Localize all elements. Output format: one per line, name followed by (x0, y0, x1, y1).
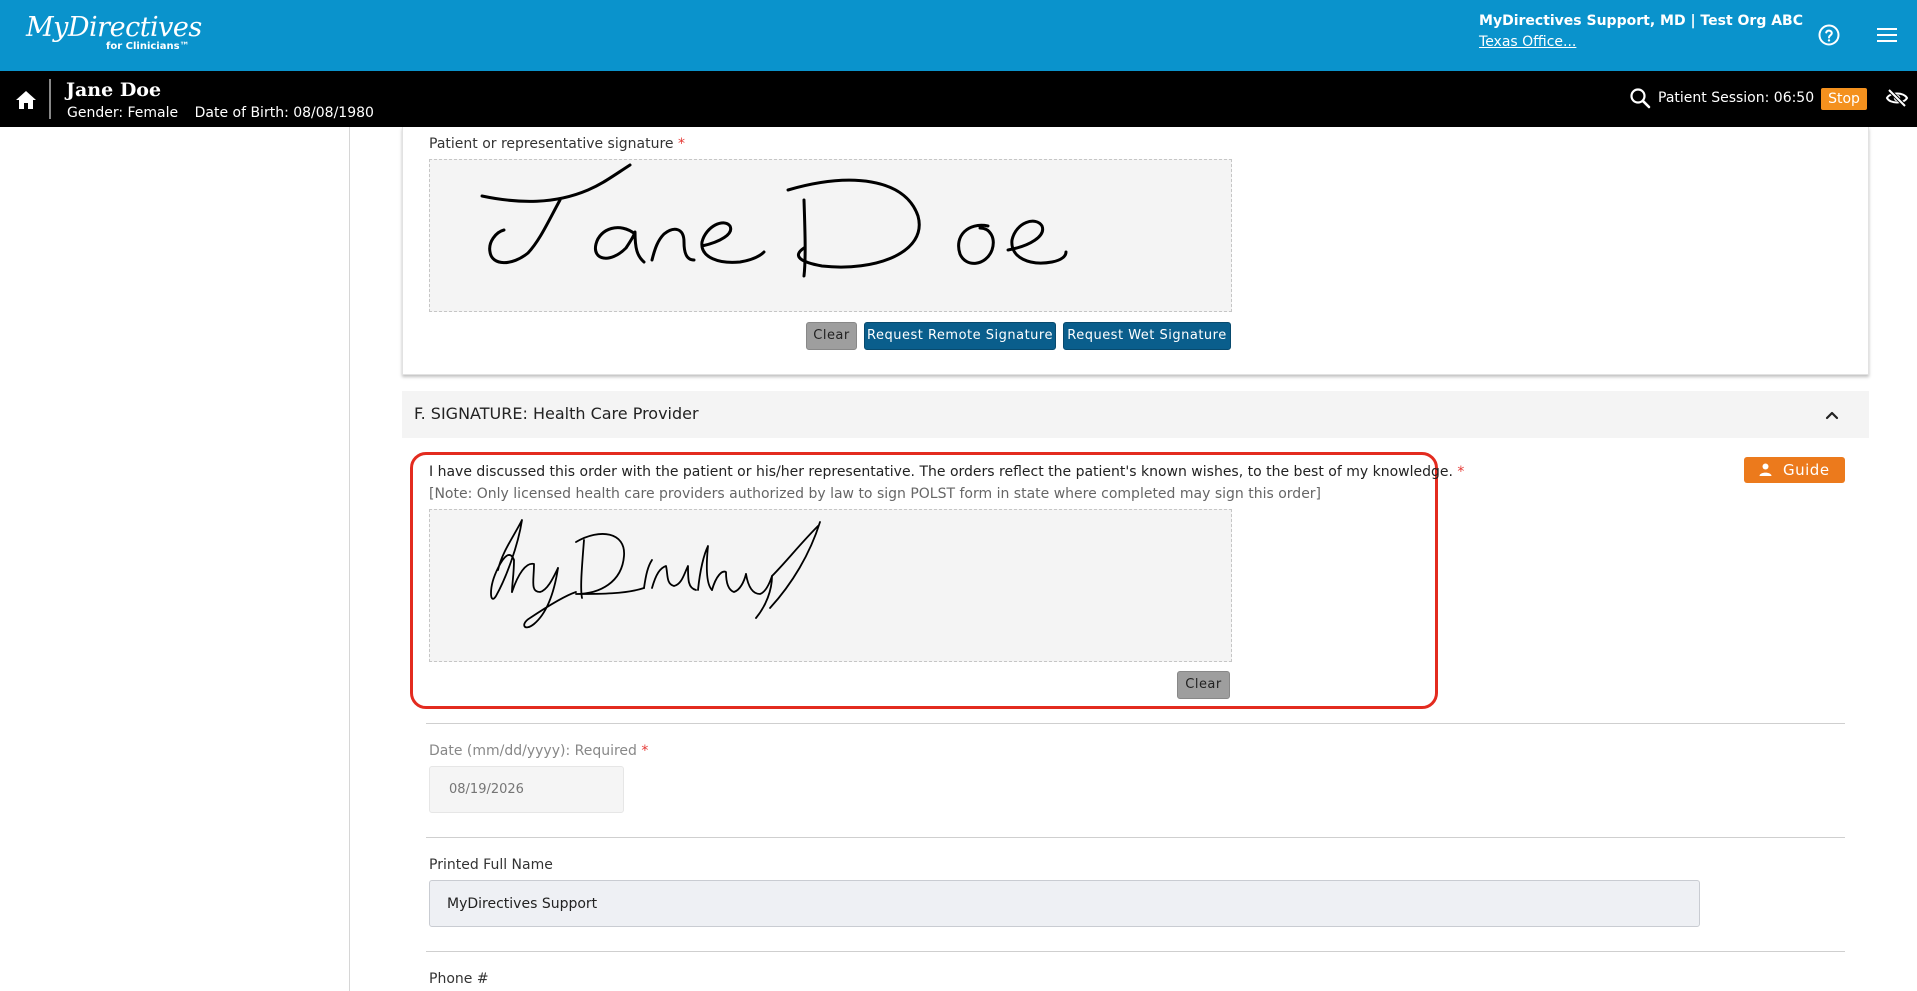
divider (426, 837, 1845, 838)
user-name: MyDirectives Support, MD | Test Org ABC (1479, 13, 1803, 29)
patient-demographics: Gender: Female Date of Birth: 08/08/1980 (67, 105, 374, 121)
search-icon[interactable] (1629, 87, 1651, 109)
logo-subtitle: for Clinicians™ (106, 41, 190, 52)
patient-dob: Date of Birth: 08/08/1980 (194, 105, 374, 121)
provider-attestation-text: I have discussed this order with the pat… (429, 464, 1453, 480)
request-wet-signature-button[interactable]: Request Wet Signature (1063, 322, 1231, 350)
chevron-up-icon[interactable] (1822, 405, 1842, 425)
person-icon (1759, 463, 1772, 476)
date-field[interactable] (429, 766, 624, 813)
menu-icon[interactable] (1876, 24, 1898, 46)
office-link[interactable]: Texas Office... (1479, 34, 1576, 50)
app-logo[interactable]: MyDirectives for Clinicians™ (26, 12, 202, 53)
guide-label: Guide (1783, 461, 1830, 479)
clear-patient-signature-button[interactable]: Clear (806, 322, 857, 350)
printed-name-label: Printed Full Name (429, 857, 553, 873)
required-asterisk: * (677, 136, 685, 152)
date-label-text: Date (mm/dd/yyyy): Required (429, 743, 637, 759)
top-app-bar: MyDirectives for Clinicians™ MyDirective… (0, 0, 1917, 71)
patient-gender: Gender: Female (67, 105, 179, 121)
divider (49, 79, 51, 119)
stop-session-button[interactable]: Stop (1821, 88, 1867, 110)
required-asterisk: * (1457, 464, 1465, 480)
patient-signature-label-text: Patient or representative signature (429, 136, 674, 152)
help-icon[interactable] (1817, 23, 1841, 47)
printed-name-field[interactable] (429, 880, 1700, 927)
provider-attestation: I have discussed this order with the pat… (429, 464, 1464, 480)
patient-bar: Jane Doe Gender: Female Date of Birth: 0… (0, 71, 1917, 127)
patient-session-timer: Patient Session: 06:50 (1658, 90, 1815, 106)
provider-signature-pad[interactable] (429, 509, 1232, 662)
patient-signature-label: Patient or representative signature * (429, 136, 685, 152)
left-sidebar (0, 127, 350, 991)
hide-eye-icon[interactable] (1885, 87, 1909, 109)
required-asterisk: * (641, 743, 649, 759)
phone-label: Phone # (429, 971, 489, 987)
request-remote-signature-button[interactable]: Request Remote Signature (864, 322, 1056, 350)
provider-signature-stroke (490, 519, 821, 629)
patient-signature-pad[interactable] (429, 159, 1232, 312)
divider (426, 723, 1845, 724)
clear-provider-signature-button[interactable]: Clear (1177, 671, 1230, 699)
logo-wordmark: MyDirectives (26, 12, 202, 43)
section-f-title: F. SIGNATURE: Health Care Provider (414, 404, 699, 423)
patient-name: Jane Doe (66, 79, 162, 101)
user-info: MyDirectives Support, MD | Test Org ABC … (1479, 13, 1803, 50)
home-icon[interactable] (14, 88, 38, 112)
divider (426, 951, 1845, 952)
provider-signature-note: [Note: Only licensed health care provide… (429, 486, 1322, 502)
date-label: Date (mm/dd/yyyy): Required * (429, 743, 648, 759)
patient-signature-stroke (480, 163, 1068, 278)
section-f-header[interactable]: F. SIGNATURE: Health Care Provider (402, 391, 1869, 438)
guide-button[interactable]: Guide (1744, 457, 1845, 483)
